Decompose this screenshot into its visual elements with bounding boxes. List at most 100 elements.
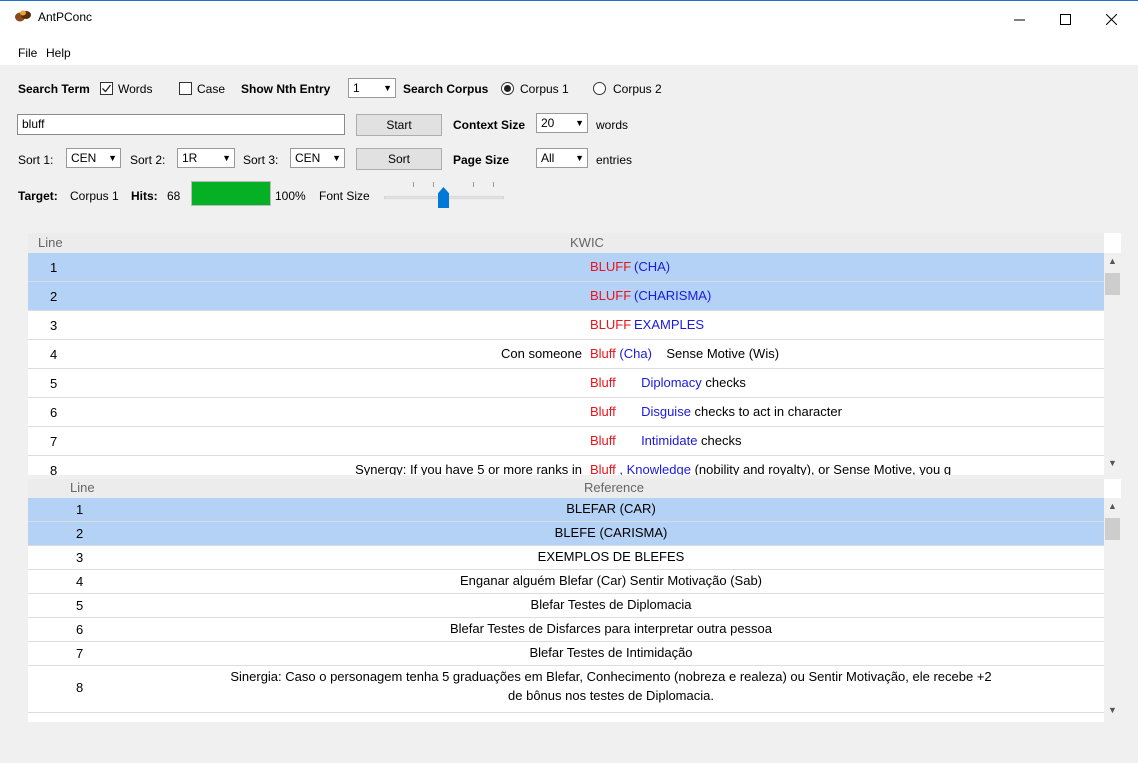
kwic-table: Line KWIC 1 BLUFF (CHA) 2 BLUFF (CHARISMA) 3 BL… [28,233,1121,475]
kwic-scroll-thumb[interactable] [1105,273,1120,295]
sort3-value: CEN [295,151,321,165]
menu-file[interactable]: File [18,46,37,60]
chevron-down-icon: ▼ [575,118,584,128]
kwic-scrollbar[interactable]: ▲ ▼ [1104,253,1121,475]
table-row[interactable]: 6 Blefar Testes de Disfarces para interpr… [28,618,1104,642]
line-number: 1 [76,502,84,517]
slider-tick [413,182,414,187]
case-checkbox[interactable] [179,82,192,95]
sort-button[interactable]: Sort [356,148,442,170]
table-row[interactable]: 1 BLUFF (CHA) [28,253,1104,282]
context-size-select[interactable]: 20 ▼ [536,113,588,133]
sort3-label: Sort 3: [243,153,279,167]
search-corpus-label: Search Corpus [403,82,489,96]
line-number: 5 [50,376,58,391]
kwic-right-highlight: EXAMPLES [634,317,705,332]
ref-col-reference[interactable]: Reference [584,480,644,495]
close-icon [1105,13,1117,25]
menu-help[interactable]: Help [46,46,71,60]
start-button[interactable]: Start [356,114,442,136]
sort1-select[interactable]: CEN ▼ [66,148,121,168]
sort2-label: Sort 2: [130,153,166,167]
sort2-select[interactable]: 1R ▼ [177,148,235,168]
slider-tick [433,182,434,187]
table-row[interactable]: 6BluffBluff Disguise checks to act in ch… [28,398,1104,427]
ref-col-line[interactable]: Line [70,480,95,495]
table-row[interactable]: 4Con someoneBluffBluff (Cha) Sense Motiv… [28,340,1104,369]
table-row[interactable]: 2 BLEFE (CARISMA) [28,522,1104,546]
sort3-select[interactable]: CEN ▼ [290,148,345,168]
reference-line: Blefar Testes de Intimidação [529,645,693,660]
words-checkbox[interactable] [100,82,113,95]
kwic-right-context: Bluff , Knowledge (nobility and royalty)… [590,462,951,475]
line-number: 8 [50,463,58,475]
corpus1-radio[interactable] [501,82,514,95]
table-row[interactable]: 8 Synergy: If you have 5 or more ranks in… [28,456,1104,475]
case-label: Case [197,82,226,96]
line-number: 3 [76,550,84,565]
target-value: Corpus 1 [70,189,119,203]
kwic-right-highlight: (Cha) [615,346,652,361]
table-row[interactable]: 1 BLEFAR (CAR) [28,498,1104,522]
chevron-down-icon[interactable]: ▼ [1104,455,1121,472]
maximize-icon [1059,13,1071,25]
kwic-right-context: Bluff Intimidate checks [590,433,741,448]
reference-scrollbar[interactable]: ▲ ▼ [1104,498,1121,722]
reference-line: Enganar alguém Blefar (Car) Sentir Motiv… [459,573,763,588]
kwic-table-header: Line KWIC [28,233,1104,253]
menu-bar: File Help [0,43,1138,63]
table-row[interactable]: 5BluffBluff Diplomacy checks [28,369,1104,398]
chevron-down-icon: ▼ [332,153,341,163]
kwic-keyword: BLUFF [590,259,632,274]
chevron-down-icon: ▼ [222,153,231,163]
corpus2-radio[interactable] [593,82,606,95]
sort1-label: Sort 1: [18,153,54,167]
entries-unit: entries [596,153,633,167]
line-number: 3 [50,318,58,333]
kwic-right-highlight: Intimidate [615,433,698,448]
font-size-label: Font Size [319,189,370,203]
kwic-right-context: EXAMPLES [634,317,704,332]
chevron-down-icon[interactable]: ▼ [1104,702,1121,719]
minimize-button[interactable] [996,6,1042,32]
kwic-col-kwic[interactable]: KWIC [570,235,604,250]
table-row[interactable]: 3 EXEMPLOS DE BLEFES [28,546,1104,570]
close-button[interactable] [1088,6,1134,32]
reference-text: Blefar Testes de Diplomacia [118,597,1104,612]
kwic-right-context: Bluff Disguise checks to act in characte… [590,404,842,419]
reference-line: Blefar Testes de Diplomacia [530,597,692,612]
table-row[interactable]: 2 BLUFF (CHARISMA) [28,282,1104,311]
reference-line: BLEFE (CARISMA) [554,525,668,540]
page-size-select[interactable]: All ▼ [536,148,588,168]
kwic-col-line[interactable]: Line [38,235,63,250]
table-row[interactable]: 7BluffBluff Intimidate checks [28,427,1104,456]
corpus2-label: Corpus 2 [613,82,662,96]
kwic-right-text: (nobility and royalty), or Sense Motive,… [690,462,952,475]
title-bar: AntPConc [0,2,1138,33]
table-row[interactable]: 5 Blefar Testes de Diplomacia [28,594,1104,618]
reference-text: BLEFE (CARISMA) [118,525,1104,540]
chevron-up-icon[interactable]: ▲ [1104,253,1121,270]
context-words-unit: words [596,118,629,132]
table-row[interactable]: 4 Enganar alguém Blefar (Car) Sentir Moti… [28,570,1104,594]
table-row[interactable]: 7 Blefar Testes de Intimidação [28,642,1104,666]
show-nth-select[interactable]: 1 ▼ [348,78,396,98]
table-row[interactable]: 3 BLUFF EXAMPLES [28,311,1104,340]
reference-text: Enganar alguém Blefar (Car) Sentir Motiv… [118,573,1104,588]
hits-percent: 100% [275,189,306,203]
slider-tick [473,182,474,187]
maximize-button[interactable] [1042,6,1088,32]
words-label: Words [118,82,153,96]
line-number: 7 [50,434,58,449]
line-number: 4 [50,347,58,362]
hits-progress-bar [191,181,271,206]
line-number: 8 [76,680,84,695]
chevron-up-icon[interactable]: ▲ [1104,498,1121,515]
table-row[interactable]: 8 Sinergia: Caso o personagem tenha 5 gra… [28,666,1104,713]
search-input[interactable]: bluff [17,114,345,135]
line-number: 5 [76,598,84,613]
reference-scroll-thumb[interactable] [1105,518,1120,540]
kwic-left-context: Synergy: If you have 5 or more ranks in [355,462,582,475]
minimize-icon [1013,19,1025,20]
kwic-right-text: Sense Motive (Wis) [651,346,780,361]
